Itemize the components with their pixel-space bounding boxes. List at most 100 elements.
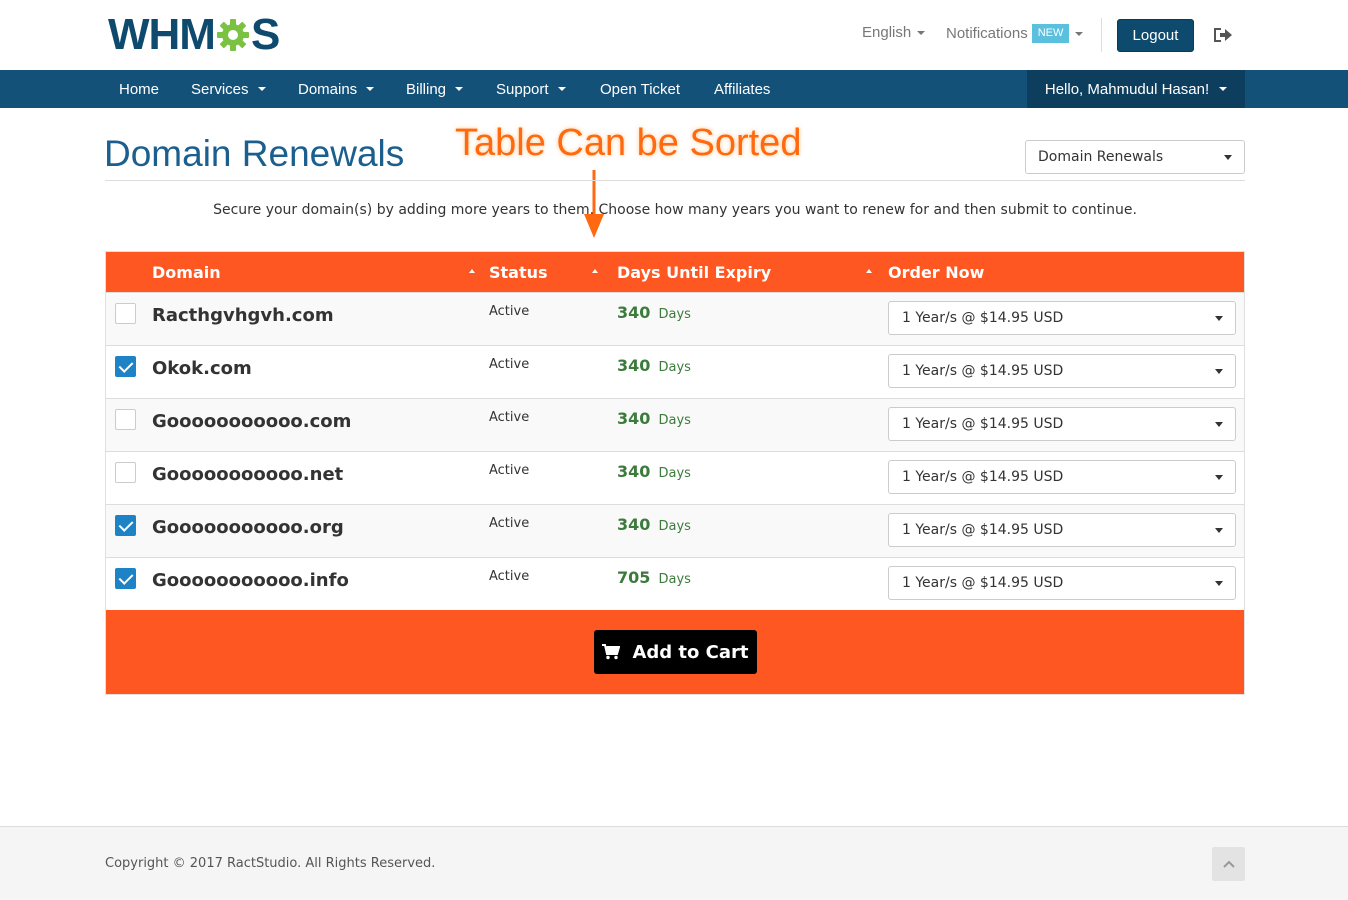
domain-status: Active xyxy=(489,357,530,372)
nav-services-label: Services xyxy=(191,80,249,98)
language-label: English xyxy=(862,24,912,41)
days-until-expiry: 340 Days xyxy=(617,515,691,534)
row-checkbox[interactable] xyxy=(115,303,136,324)
page-title: Domain Renewals xyxy=(104,133,405,174)
logout-button[interactable]: Logout xyxy=(1117,19,1194,52)
sort-icon[interactable] xyxy=(592,269,598,273)
caret-down-icon xyxy=(1219,87,1228,91)
renewal-term-select[interactable]: 1 Year/s @ $14.95 USD xyxy=(888,354,1236,388)
days-value: 340 xyxy=(617,409,651,428)
nav-billing[interactable]: Billing xyxy=(406,70,464,108)
days-until-expiry: 340 Days xyxy=(617,462,691,481)
nav-open-ticket[interactable]: Open Ticket xyxy=(600,70,680,108)
page-select[interactable]: Domain Renewals xyxy=(1025,140,1245,174)
sort-icon[interactable] xyxy=(469,269,475,273)
whmcs-logo[interactable]: WHM S xyxy=(108,10,280,59)
chevron-up-icon xyxy=(1222,860,1235,868)
page-select-value: Domain Renewals xyxy=(1038,149,1164,165)
table-row: Gooooooooooo.net Active 340 Days 1 Year/… xyxy=(106,451,1244,504)
row-checkbox[interactable] xyxy=(115,462,136,483)
sign-out-icon[interactable] xyxy=(1213,26,1233,44)
th-domain[interactable]: Domain xyxy=(152,252,221,292)
cart-icon xyxy=(602,644,621,660)
days-until-expiry: 705 Days xyxy=(617,568,691,587)
notifications-dropdown[interactable]: Notifications NEW xyxy=(946,24,1084,43)
table-row: Gooooooooooo.org Active 340 Days 1 Year/… xyxy=(106,504,1244,557)
nav-affiliates[interactable]: Affiliates xyxy=(714,70,770,108)
domain-name: Gooooooooooo.org xyxy=(152,517,344,538)
nav-domains-label: Domains xyxy=(298,80,358,98)
back-to-top-button[interactable] xyxy=(1212,847,1245,881)
renewal-term-select[interactable]: 1 Year/s @ $14.95 USD xyxy=(888,460,1236,494)
nav-open-ticket-label: Open Ticket xyxy=(600,80,681,98)
days-unit: Days xyxy=(658,466,691,481)
th-days-label: Days Until Expiry xyxy=(617,262,772,282)
th-status[interactable]: Status xyxy=(489,252,548,292)
caret-down-icon xyxy=(1075,31,1084,36)
th-days[interactable]: Days Until Expiry xyxy=(617,252,771,292)
days-until-expiry: 340 Days xyxy=(617,303,691,322)
nav-services[interactable]: Services xyxy=(191,70,266,108)
caret-down-icon xyxy=(1215,422,1223,427)
new-badge: NEW xyxy=(1031,24,1070,43)
domain-name: Gooooooooooo.com xyxy=(152,411,352,432)
renewal-term-value: 1 Year/s @ $14.95 USD xyxy=(902,363,1064,379)
renewal-term-value: 1 Year/s @ $14.95 USD xyxy=(902,310,1064,326)
header-divider xyxy=(1101,18,1102,52)
caret-down-icon xyxy=(1215,475,1223,480)
days-unit: Days xyxy=(658,307,691,322)
row-checkbox[interactable] xyxy=(115,356,136,377)
table-header: Domain Status Days Until Expiry Order No… xyxy=(106,252,1244,292)
nav-support[interactable]: Support xyxy=(496,70,566,108)
renewal-term-value: 1 Year/s @ $14.95 USD xyxy=(902,575,1064,591)
domain-status: Active xyxy=(489,569,530,584)
title-divider xyxy=(105,180,1245,181)
add-to-cart-button[interactable]: Add to Cart xyxy=(594,630,757,674)
caret-down-icon xyxy=(557,87,566,91)
nav-affiliates-label: Affiliates xyxy=(714,80,771,98)
caret-down-icon xyxy=(257,87,266,91)
nav-domains[interactable]: Domains xyxy=(298,70,375,108)
sort-icon[interactable] xyxy=(866,269,872,273)
caret-down-icon xyxy=(1215,581,1223,586)
table-row: Gooooooooooo.info Active 705 Days 1 Year… xyxy=(106,557,1244,610)
caret-down-icon xyxy=(1215,528,1223,533)
domain-name: Gooooooooooo.info xyxy=(152,570,349,591)
table-row: Racthgvhgvh.com Active 340 Days 1 Year/s… xyxy=(106,292,1244,345)
renewal-term-select[interactable]: 1 Year/s @ $14.95 USD xyxy=(888,566,1236,600)
caret-down-icon xyxy=(366,87,375,91)
days-value: 340 xyxy=(617,462,651,481)
renewal-term-select[interactable]: 1 Year/s @ $14.95 USD xyxy=(888,407,1236,441)
caret-down-icon xyxy=(1215,316,1223,321)
renewal-term-value: 1 Year/s @ $14.95 USD xyxy=(902,522,1064,538)
days-until-expiry: 340 Days xyxy=(617,409,691,428)
renewal-term-value: 1 Year/s @ $14.95 USD xyxy=(902,469,1064,485)
nav-home[interactable]: Home xyxy=(119,70,159,108)
logo-text-right: S xyxy=(250,10,280,59)
renewals-table: Domain Status Days Until Expiry Order No… xyxy=(105,251,1245,695)
days-value: 340 xyxy=(617,515,651,534)
logo-text-left: WHM xyxy=(108,10,216,59)
days-unit: Days xyxy=(658,360,691,375)
notifications-label: Notifications xyxy=(946,25,1028,42)
days-value: 340 xyxy=(617,356,651,375)
th-order-label: Order Now xyxy=(888,262,985,282)
days-value: 705 xyxy=(617,568,651,587)
caret-down-icon xyxy=(1215,369,1223,374)
domain-status: Active xyxy=(489,516,530,531)
nav-billing-label: Billing xyxy=(406,80,447,98)
row-checkbox[interactable] xyxy=(115,409,136,430)
row-checkbox[interactable] xyxy=(115,515,136,536)
th-order: Order Now xyxy=(888,252,984,292)
renewal-term-select[interactable]: 1 Year/s @ $14.95 USD xyxy=(888,301,1236,335)
renewal-term-value: 1 Year/s @ $14.95 USD xyxy=(902,416,1064,432)
user-greeting: Hello, Mahmudul Hasan! xyxy=(1044,80,1210,98)
user-menu[interactable]: Hello, Mahmudul Hasan! xyxy=(1027,70,1245,108)
language-dropdown[interactable]: English xyxy=(862,24,926,41)
renewal-term-select[interactable]: 1 Year/s @ $14.95 USD xyxy=(888,513,1236,547)
domain-name: Gooooooooooo.net xyxy=(152,464,344,485)
add-to-cart-label: Add to Cart xyxy=(632,641,749,663)
days-unit: Days xyxy=(658,413,691,428)
row-checkbox[interactable] xyxy=(115,568,136,589)
domain-status: Active xyxy=(489,304,530,319)
